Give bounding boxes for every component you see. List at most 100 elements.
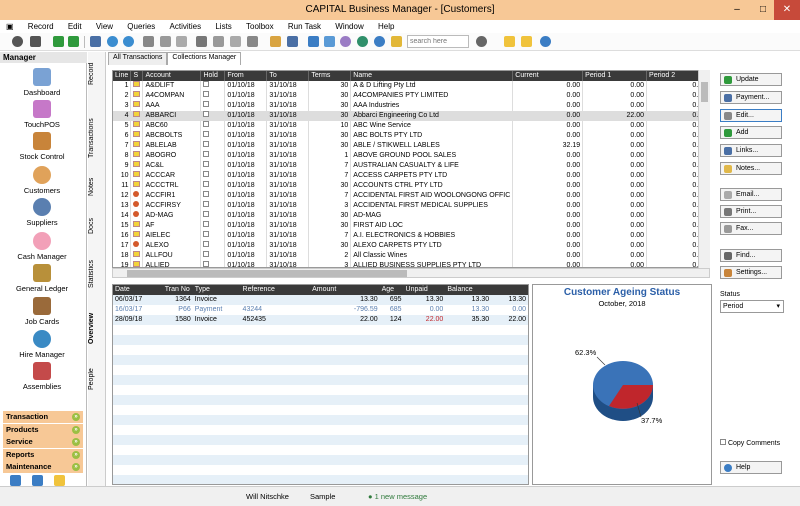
table-row[interactable]: 7 ABLELAB 01/10/18 31/10/18 30 ABLE / STIKWEL… <box>113 141 709 151</box>
table-row[interactable]: 17 ALEXO 01/10/18 31/10/18 30 ALEXO CARPETS P… <box>113 241 709 251</box>
chart-icon[interactable] <box>324 36 335 47</box>
sync-icon[interactable] <box>374 36 385 47</box>
links-button[interactable]: Links... <box>720 144 782 157</box>
search-input[interactable] <box>407 35 469 48</box>
menu-window[interactable]: Window <box>329 20 369 33</box>
tab-people[interactable]: People <box>88 364 106 394</box>
table-row[interactable]: 15 AF 01/10/18 31/10/18 30 FIRST AID LOC 0.00 0… <box>113 221 709 231</box>
table-row[interactable]: 4 ABBARCI 01/10/18 31/10/18 30 Abbarci Engine… <box>113 111 709 121</box>
table-row[interactable]: 13 ACCFIRSY 01/10/18 31/10/18 3 ACCIDENTAL FI… <box>113 201 709 211</box>
grid-header[interactable]: Name <box>350 71 514 81</box>
menu-record[interactable]: Record <box>22 20 60 33</box>
transactions-header[interactable]: Reference <box>240 285 311 295</box>
print-button[interactable]: Print... <box>720 205 782 218</box>
tab-all-transactions[interactable]: All Transactions <box>108 52 168 65</box>
attach-icon[interactable] <box>32 475 43 486</box>
payment-button[interactable]: Payment... <box>720 91 782 104</box>
minimize-button[interactable]: – <box>724 0 750 20</box>
transaction-row[interactable]: 28/09/18 1580 Invoice 452435 22.00 124 22.00 35… <box>113 315 528 325</box>
hold-checkbox[interactable] <box>200 81 226 91</box>
table-row[interactable]: 18 ALLFOU 01/10/18 31/10/18 2 All Classic Win… <box>113 251 709 261</box>
notes-button[interactable]: Notes... <box>720 162 782 175</box>
hold-checkbox[interactable] <box>200 181 226 191</box>
module-general-ledger[interactable]: General Ledger <box>0 264 84 293</box>
app-menu-icon[interactable]: ▣ <box>0 20 20 33</box>
menu-toolbox[interactable]: Toolbox <box>240 20 280 33</box>
status-message[interactable]: ● 1 new message <box>368 487 427 506</box>
save-icon[interactable] <box>90 36 101 47</box>
module-job-cards[interactable]: Job Cards <box>0 297 84 326</box>
section-maintenance[interactable]: Maintenance» <box>3 461 83 473</box>
settings-button[interactable]: Settings... <box>720 266 782 279</box>
hold-checkbox[interactable] <box>200 231 226 241</box>
binoculars-icon[interactable] <box>30 36 41 47</box>
table-row[interactable]: 10 ACCCAR 01/10/18 31/10/18 7 ACCESS CARPETS … <box>113 171 709 181</box>
table-row[interactable]: 1 A&DLIFT 01/10/18 31/10/18 30 A & D Lifting … <box>113 81 709 91</box>
copy-comments[interactable]: Copy Comments <box>720 439 780 447</box>
home-icon[interactable] <box>12 36 23 47</box>
hold-checkbox[interactable] <box>200 141 226 151</box>
table-row[interactable]: 9 AC&L 01/10/18 31/10/18 7 AUSTRALIAN CASUALT… <box>113 161 709 171</box>
refresh-icon[interactable] <box>123 36 134 47</box>
section-service[interactable]: Service» <box>3 436 83 448</box>
find-button[interactable]: Find... <box>720 249 782 262</box>
add-record-icon[interactable] <box>143 36 154 47</box>
module-dashboard[interactable]: Dashboard <box>0 68 84 97</box>
grid-horizontal-scrollbar[interactable] <box>112 268 710 278</box>
table-row[interactable]: 5 ABC60 01/10/18 31/10/18 10 ABC Wine Service… <box>113 121 709 131</box>
close-button[interactable]: ✕ <box>774 0 800 20</box>
update-button[interactable]: Update <box>720 73 782 86</box>
tab-collections-manager[interactable]: Collections Manager <box>167 52 242 65</box>
hold-checkbox[interactable] <box>200 111 226 121</box>
hold-checkbox[interactable] <box>200 151 226 161</box>
hold-checkbox[interactable] <box>200 191 226 201</box>
table-row[interactable]: 8 ABOGRO 01/10/18 31/10/18 1 ABOVE GROUND POO… <box>113 151 709 161</box>
undo-icon[interactable] <box>107 36 118 47</box>
transactions-header[interactable]: Age <box>379 285 404 295</box>
hold-checkbox[interactable] <box>200 131 226 141</box>
grid-header[interactable]: Hold <box>200 71 226 81</box>
transactions-header[interactable] <box>491 285 528 295</box>
module-suppliers[interactable]: Suppliers <box>0 198 84 227</box>
view-icon[interactable] <box>476 36 487 47</box>
section-reports[interactable]: Reports» <box>3 449 83 461</box>
add-button[interactable]: Add <box>720 126 782 139</box>
grid-header[interactable]: From <box>224 71 268 81</box>
transactions-header[interactable]: Tran No <box>162 285 193 295</box>
forward-arrow-icon[interactable] <box>68 36 79 47</box>
chat-icon[interactable] <box>340 36 351 47</box>
fax-icon[interactable] <box>213 36 224 47</box>
transaction-row[interactable]: 06/03/17 1364 Invoice 13.30 695 13.30 13.30 13.… <box>113 295 528 305</box>
section-products[interactable]: Products» <box>3 424 83 436</box>
transactions-header[interactable]: Balance <box>445 285 492 295</box>
grid-header[interactable]: S <box>130 71 144 81</box>
module-cash-manager[interactable]: Cash Manager <box>0 232 84 261</box>
tab-statistics[interactable]: Statistics <box>88 254 106 294</box>
table-row[interactable]: 19 ALLIED 01/10/18 31/10/18 3 ALLIED BUSINESS… <box>113 261 709 267</box>
calendar-icon[interactable] <box>308 36 319 47</box>
edit-button[interactable]: Edit... <box>720 109 782 122</box>
module-assemblies[interactable]: Assemblies <box>0 362 84 391</box>
paste-icon[interactable] <box>176 36 187 47</box>
maximize-button[interactable]: □ <box>750 0 776 20</box>
fax-button[interactable]: Fax... <box>720 222 782 235</box>
hold-checkbox[interactable] <box>200 91 226 101</box>
globe-icon[interactable] <box>357 36 368 47</box>
table-row[interactable]: 12 ACCFIR1 01/10/18 31/10/18 7 ACCIDENTAL FIR… <box>113 191 709 201</box>
notes-icon[interactable] <box>270 36 281 47</box>
transactions-header[interactable]: Type <box>192 285 241 295</box>
table-row[interactable]: 11 ACCCTRL 01/10/18 31/10/18 30 ACCOUNTS CTRL… <box>113 181 709 191</box>
favorite-star-icon[interactable] <box>504 36 515 47</box>
grid-header[interactable]: Current <box>512 71 584 81</box>
hold-checkbox[interactable] <box>200 211 226 221</box>
help-button[interactable]: Help <box>720 461 782 474</box>
tab-notes[interactable]: Notes <box>88 174 106 200</box>
tab-overview[interactable]: Overview <box>88 308 106 348</box>
module-hire-manager[interactable]: Hire Manager <box>0 330 84 359</box>
copy-comments-checkbox[interactable] <box>720 439 726 445</box>
tab-transactions[interactable]: Transactions <box>88 108 106 168</box>
add-favorite-icon[interactable] <box>521 36 532 47</box>
menu-lists[interactable]: Lists <box>209 20 237 33</box>
module-stock-control[interactable]: Stock Control <box>0 132 84 161</box>
menu-queries[interactable]: Queries <box>121 20 161 33</box>
